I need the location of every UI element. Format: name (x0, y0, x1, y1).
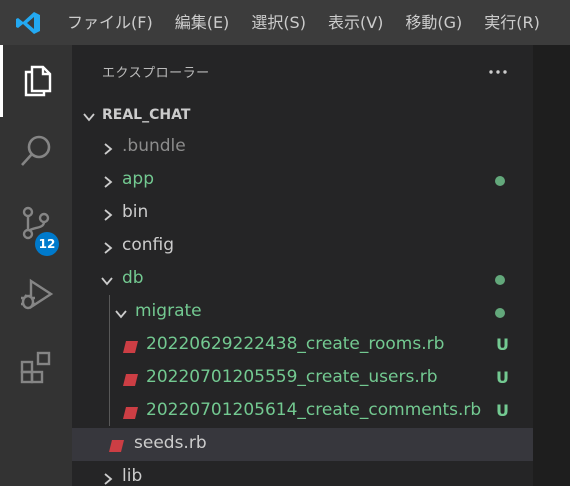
tree-item-label: config (122, 235, 175, 255)
title-bar: ファイル(F) 編集(E) 選択(S) 表示(V) 移動(G) 実行(R) (0, 0, 570, 45)
chevron-right-icon (102, 471, 114, 486)
explorer-sidebar: エクスプローラー REAL_CHAT .bundle app bin confi… (72, 45, 533, 486)
activity-explorer[interactable] (0, 45, 72, 117)
tree-item-create-users[interactable]: 20220701205559_create_users.rb U (72, 362, 533, 395)
chevron-right-icon (102, 207, 114, 226)
tree-item-label: seeds.rb (134, 433, 207, 453)
menu-file[interactable]: ファイル(F) (56, 0, 164, 45)
folder-name: REAL_CHAT (102, 107, 191, 123)
tree-item-create-comments[interactable]: 20220701205614_create_comments.rb U (72, 395, 533, 428)
tree-item-seeds[interactable]: seeds.rb (72, 428, 533, 461)
tree-item-bin[interactable]: bin (72, 197, 533, 230)
ruby-file-icon (122, 372, 139, 391)
tree-item-label: lib (122, 466, 143, 486)
menu-run[interactable]: 実行(R) (473, 0, 551, 45)
tree-item-db[interactable]: db (72, 263, 533, 296)
menu-view[interactable]: 表示(V) (317, 0, 394, 45)
vscode-logo-icon (0, 0, 56, 45)
tree-item-app[interactable]: app (72, 164, 533, 197)
activity-extensions[interactable] (0, 333, 72, 405)
chevron-down-icon (82, 109, 96, 128)
tree-item-config[interactable]: config (72, 230, 533, 263)
explorer-header: エクスプローラー (72, 45, 533, 101)
tree-item-label: .bundle (122, 136, 186, 156)
search-icon (18, 133, 54, 173)
chevron-right-icon (102, 141, 114, 160)
tree-item-label: 20220629222438_create_rooms.rb (146, 334, 445, 354)
activity-bar: 12 (0, 45, 72, 486)
tree-item-label: db (122, 268, 144, 288)
activity-search[interactable] (0, 117, 72, 189)
editor-area[interactable] (533, 45, 570, 486)
activity-source-control[interactable]: 12 (0, 189, 72, 261)
tree-item-label: 20220701205559_create_users.rb (146, 367, 438, 387)
chevron-down-icon (114, 306, 128, 325)
run-debug-icon (17, 277, 55, 317)
chevron-down-icon (100, 273, 114, 292)
ruby-file-icon (122, 339, 139, 358)
extensions-icon (18, 349, 54, 389)
ruby-file-icon (108, 438, 125, 457)
tree-item-lib[interactable]: lib (72, 461, 533, 486)
more-actions-icon[interactable] (486, 60, 510, 84)
menu-go[interactable]: 移動(G) (394, 0, 473, 45)
modified-dot-icon (495, 176, 505, 186)
menu-edit[interactable]: 編集(E) (164, 0, 241, 45)
modified-dot-icon (495, 275, 505, 285)
tree-item-label: migrate (135, 301, 202, 321)
tree-item-label: 20220701205614_create_comments.rb (146, 400, 482, 420)
menu-selection[interactable]: 選択(S) (240, 0, 317, 45)
untracked-status: U (496, 401, 509, 420)
tree-item-bundle[interactable]: .bundle (72, 131, 533, 164)
ruby-file-icon (122, 405, 139, 424)
folder-section-header[interactable]: REAL_CHAT (72, 101, 533, 131)
tree-item-label: app (122, 169, 154, 189)
tree-item-migrate[interactable]: migrate (72, 296, 533, 329)
files-icon (21, 61, 55, 101)
untracked-status: U (496, 335, 509, 354)
tree-item-label: bin (122, 202, 149, 222)
source-control-badge: 12 (35, 232, 59, 256)
untracked-status: U (496, 368, 509, 387)
chevron-right-icon (102, 240, 114, 259)
tree-item-create-rooms[interactable]: 20220629222438_create_rooms.rb U (72, 329, 533, 362)
chevron-right-icon (102, 174, 114, 193)
explorer-title: エクスプローラー (102, 66, 210, 81)
modified-dot-icon (495, 308, 505, 318)
activity-run-debug[interactable] (0, 261, 72, 333)
